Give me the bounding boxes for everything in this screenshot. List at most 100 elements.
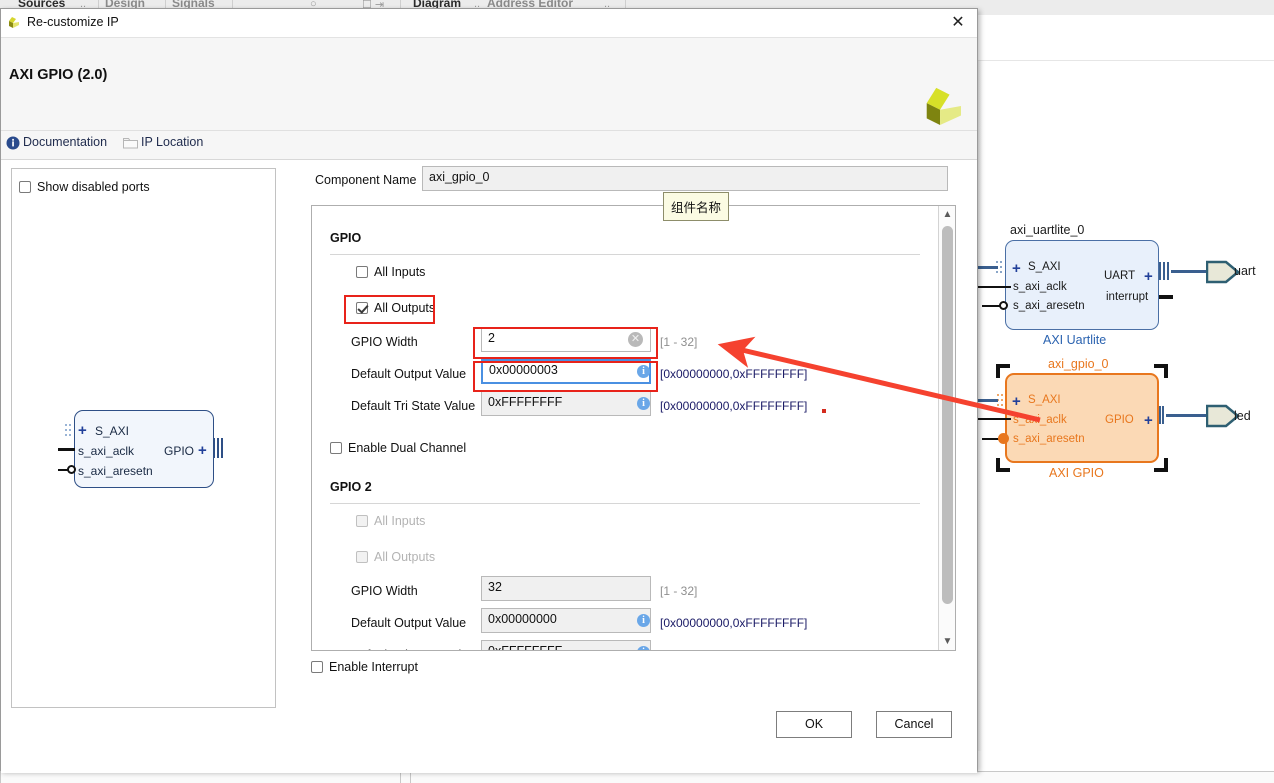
scroll-down-icon[interactable]: ▼: [939, 633, 956, 650]
uartlite-uart-out-wire: [1171, 270, 1209, 273]
component-name-label: Component Name: [315, 173, 417, 187]
gpio2-all-inputs-label: All Inputs: [374, 514, 426, 528]
gpio-default-output-input[interactable]: 0x00000003: [481, 359, 651, 384]
dialog-body: Show disabled ports + S_AXI s_axi_aclk s…: [1, 160, 977, 773]
ok-button[interactable]: OK: [776, 711, 852, 738]
config-scrollbar[interactable]: ▲ ▼: [938, 206, 955, 650]
uartlite-uart-expand-icon[interactable]: +: [1144, 269, 1153, 284]
gpio-width-label: GPIO Width: [351, 335, 418, 349]
component-name-row: Component Name axi_gpio_0: [309, 164, 964, 198]
uartlite-port-saxi: S_AXI: [1028, 261, 1061, 273]
folder-icon: [123, 138, 138, 149]
gpio-port-aresetn: s_axi_aresetn: [1013, 433, 1085, 445]
symbol-aresetn-invert-icon: [67, 465, 76, 474]
gpio-all-outputs-row[interactable]: All Outputs: [356, 301, 435, 315]
gpio-tristate-input[interactable]: 0xFFFFFFFF: [481, 391, 651, 416]
enable-interrupt-checkbox[interactable]: [311, 661, 323, 673]
gpio-all-outputs-checkbox[interactable]: [356, 302, 368, 314]
documentation-link[interactable]: Documentation: [23, 135, 107, 149]
uart-external-label: uart: [1234, 264, 1256, 278]
symbol-saxi-expand-icon[interactable]: +: [78, 423, 87, 438]
gpio-all-inputs-label: All Inputs: [374, 265, 426, 279]
close-icon[interactable]: ✕: [947, 13, 969, 33]
gpio-config-scrollpane: GPIO All Inputs All Outputs GPIO Width 2…: [311, 205, 956, 651]
dialog-titlebar: Re-customize IP ✕: [1, 9, 977, 38]
info-icon[interactable]: i: [637, 614, 650, 627]
gpio2-default-output-range: [0x00000000,0xFFFFFFFF]: [660, 616, 808, 630]
gpio2-all-outputs-label: All Outputs: [374, 550, 436, 564]
cancel-button[interactable]: Cancel: [876, 711, 952, 738]
red-dot-marker: [822, 409, 826, 413]
gpio-all-inputs-row[interactable]: All Inputs: [356, 265, 425, 279]
gpio-out-wire: [1166, 414, 1209, 417]
dialog-linkbar: Documentation IP Location: [1, 131, 977, 160]
symbol-gpio-bus-icon: [213, 438, 225, 458]
symbol-port-gpio: GPIO: [164, 444, 195, 458]
enable-interrupt-label: Enable Interrupt: [329, 660, 418, 674]
clear-icon[interactable]: ✕: [628, 332, 643, 347]
symbol-saxi-bus-grid: [65, 424, 73, 438]
symbol-gpio-expand-icon[interactable]: +: [198, 443, 207, 458]
uartlite-aresetn-invert-icon: [999, 301, 1008, 310]
enable-interrupt-row[interactable]: Enable Interrupt: [311, 660, 418, 674]
ip-symbol: + S_AXI s_axi_aclk s_axi_aresetn GPIO +: [52, 404, 242, 494]
led-external-label: led: [1234, 409, 1251, 423]
gpio2-width-input[interactable]: 32: [481, 576, 651, 601]
scrollbar-thumb[interactable]: [942, 226, 953, 604]
gpio-expand-icon[interactable]: +: [1144, 413, 1153, 428]
ip-symbol-preview-panel: Show disabled ports + S_AXI s_axi_aclk s…: [11, 168, 276, 708]
gpio-all-inputs-checkbox[interactable]: [356, 266, 368, 278]
gpio-tristate-label: Default Tri State Value: [351, 399, 476, 413]
uartlite-port-uart: UART: [1104, 270, 1136, 282]
re-customize-ip-dialog[interactable]: Re-customize IP ✕ AXI GPIO (2.0) Documen…: [0, 8, 978, 773]
show-disabled-ports-row[interactable]: Show disabled ports: [19, 180, 150, 194]
symbol-port-saxi: S_AXI: [95, 424, 130, 438]
dialog-header: AXI GPIO (2.0): [1, 38, 977, 131]
info-icon[interactable]: i: [637, 365, 650, 378]
enable-dual-channel-row[interactable]: Enable Dual Channel: [330, 441, 466, 455]
gpio-saxi-expand-icon[interactable]: +: [1012, 394, 1021, 409]
gpio2-width-label: GPIO Width: [351, 584, 418, 598]
gpio-width-input[interactable]: 2: [481, 327, 651, 352]
uartlite-block-type: AXI Uartlite: [1043, 333, 1107, 347]
gpio2-default-output-input[interactable]: 0x00000000: [481, 608, 651, 633]
gpio2-tristate-input[interactable]: 0xFFFFFFFF: [481, 640, 651, 650]
component-name-input[interactable]: axi_gpio_0: [422, 166, 948, 191]
component-name-tooltip: 组件名称: [663, 192, 730, 221]
gpio-aresetn-invert-icon: [998, 433, 1009, 444]
gpio-default-output-range: [0x00000000,0xFFFFFFFF]: [660, 367, 808, 381]
enable-dual-channel-checkbox[interactable]: [330, 442, 342, 454]
info-icon[interactable]: i: [637, 397, 650, 410]
gpio2-group-title: GPIO 2: [330, 480, 372, 494]
info-icon: [6, 136, 20, 150]
gpio-port-aclk: s_axi_aclk: [1013, 414, 1067, 426]
gpio-aclk-wire: [975, 418, 1011, 420]
gpio2-group-rule: [330, 503, 920, 504]
page-title: AXI GPIO (2.0): [9, 67, 108, 83]
gpio2-all-inputs-row: All Inputs: [356, 514, 425, 528]
gpio2-tristate-label: Default Tri State Value: [351, 648, 475, 650]
gpio-out-bus-icon: [1159, 406, 1165, 424]
gpio2-all-outputs-row: All Outputs: [356, 550, 435, 564]
ip-location-link[interactable]: IP Location: [141, 135, 203, 149]
gpio-all-outputs-label: All Outputs: [374, 301, 436, 315]
gpio-config-content: GPIO All Inputs All Outputs GPIO Width 2…: [312, 206, 938, 650]
uartlite-port-interrupt: interrupt: [1106, 291, 1149, 303]
uartlite-aclk-wire: [975, 286, 1011, 288]
symbol-aclk-stub: [58, 448, 75, 451]
gpio-default-output-label: Default Output Value: [351, 367, 467, 381]
show-disabled-ports-checkbox[interactable]: [19, 181, 31, 193]
dialog-title: Re-customize IP: [27, 15, 119, 29]
gpio-group-rule: [330, 254, 920, 255]
gpio-port-saxi: S_AXI: [1028, 394, 1061, 406]
scroll-up-icon[interactable]: ▲: [939, 206, 956, 223]
symbol-port-aresetn: s_axi_aresetn: [78, 464, 153, 478]
gpio2-all-inputs-checkbox: [356, 515, 368, 527]
uartlite-saxi-expand-icon[interactable]: +: [1012, 261, 1021, 276]
uartlite-port-aresetn: s_axi_aresetn: [1013, 300, 1085, 312]
show-disabled-ports-label: Show disabled ports: [37, 180, 150, 194]
gpio2-width-range: [1 - 32]: [660, 584, 698, 598]
uartlite-interrupt-stub: [1159, 295, 1173, 299]
gpio2-default-output-label: Default Output Value: [351, 616, 467, 630]
uartlite-block-name: axi_uartlite_0: [1010, 223, 1085, 237]
